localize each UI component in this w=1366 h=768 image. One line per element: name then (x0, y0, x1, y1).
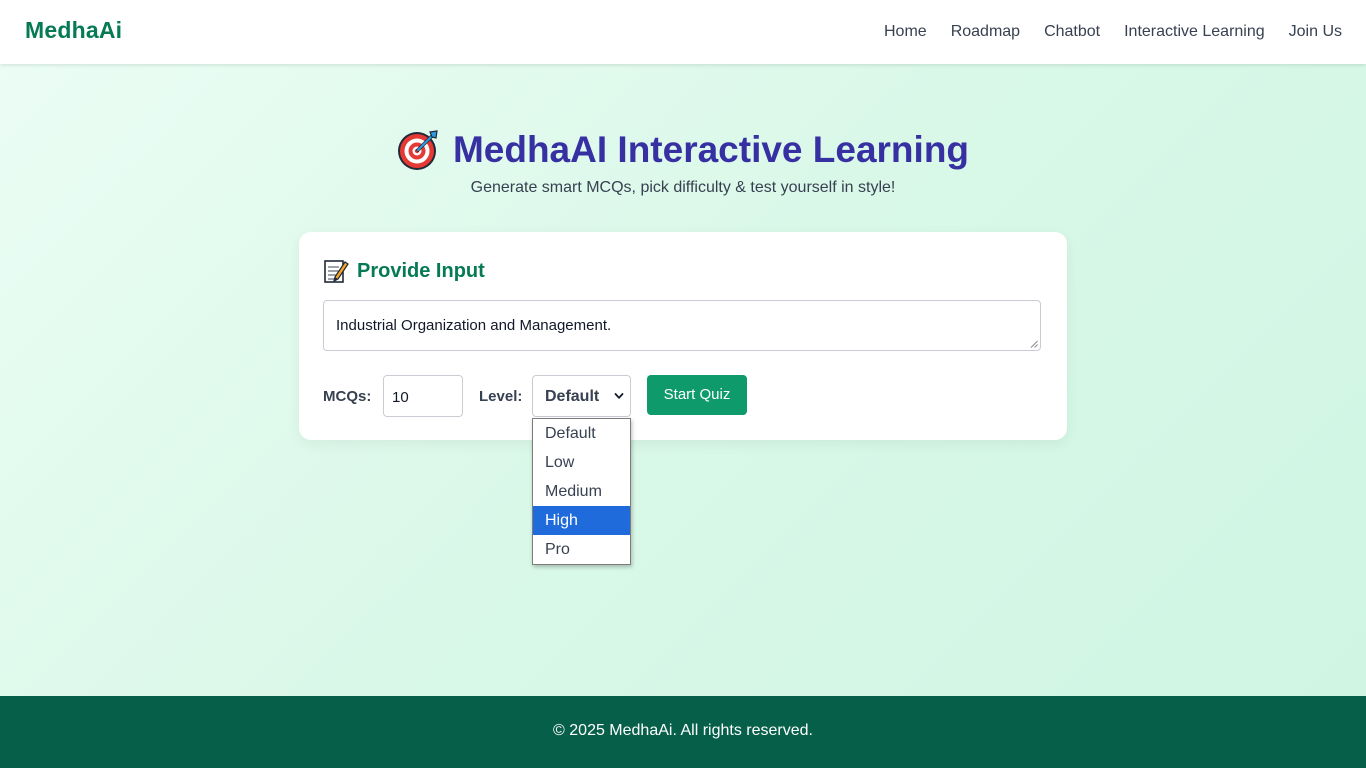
memo-icon (323, 258, 349, 284)
level-option-default[interactable]: Default (533, 419, 630, 448)
brand-logo[interactable]: MedhaAi (25, 17, 122, 44)
start-quiz-button[interactable]: Start Quiz (647, 375, 747, 415)
level-select[interactable]: Default (532, 375, 631, 417)
level-label: Level: (479, 388, 523, 405)
card-heading: Provide Input (323, 258, 485, 284)
hero-title-row: MedhaAI Interactive Learning (0, 126, 1366, 174)
level-option-low[interactable]: Low (533, 448, 630, 477)
page-title: MedhaAI Interactive Learning (452, 129, 970, 170)
page-subtitle: Generate smart MCQs, pick difficulty & t… (470, 179, 896, 196)
mcq-count-input[interactable]: 10 (383, 375, 463, 417)
topic-textarea-value: Industrial Organization and Management. (336, 317, 612, 334)
nav-link-join-us[interactable]: Join Us (1289, 22, 1342, 42)
chevron-down-icon (614, 393, 624, 399)
nav-link-roadmap[interactable]: Roadmap (951, 22, 1020, 42)
nav-link-chatbot[interactable]: Chatbot (1044, 22, 1100, 42)
level-select-value: Default (545, 388, 600, 405)
topic-textarea[interactable]: Industrial Organization and Management. (323, 300, 1041, 351)
mcq-count-value: 10 (392, 389, 409, 406)
level-dropdown-list: Default Low Medium High Pro (532, 418, 631, 565)
target-icon (397, 129, 439, 171)
resize-grip-icon[interactable] (1030, 340, 1038, 348)
level-option-high[interactable]: High (533, 506, 630, 535)
card-heading-text: Provide Input (357, 259, 485, 282)
level-option-medium[interactable]: Medium (533, 477, 630, 506)
mcq-count-label: MCQs: (323, 388, 372, 405)
navbar: MedhaAi Home Roadmap Chatbot Interactive… (0, 0, 1366, 64)
input-card: Provide Input Industrial Organization an… (299, 232, 1067, 440)
nav-link-interactive-learning[interactable]: Interactive Learning (1124, 22, 1265, 42)
footer: © 2025 MedhaAi. All rights reserved. (0, 696, 1366, 768)
quiz-controls: MCQs: 10 Level: Default Start Quiz (323, 375, 1043, 417)
nav-links: Home Roadmap Chatbot Interactive Learnin… (884, 22, 1342, 42)
footer-copyright: © 2025 MedhaAi. All rights reserved. (553, 722, 813, 739)
nav-link-home[interactable]: Home (884, 22, 927, 42)
level-option-pro[interactable]: Pro (533, 535, 630, 564)
